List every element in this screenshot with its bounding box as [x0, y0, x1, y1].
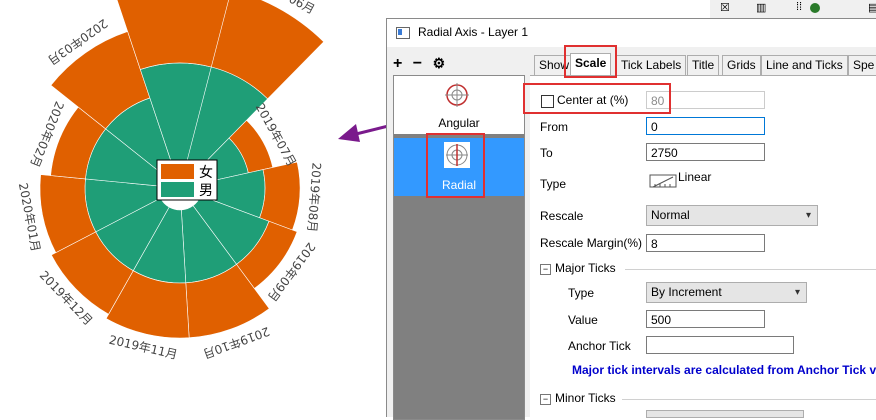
group-divider: [622, 399, 876, 400]
chart-legend: 女 男: [156, 159, 218, 201]
tab-special[interactable]: Spe: [848, 55, 876, 75]
chevron-down-icon: ▾: [794, 287, 800, 298]
legend-swatch-female: [161, 164, 194, 179]
tab-tick-labels[interactable]: Tick Labels: [616, 55, 687, 75]
axis-list: Angular Radial: [393, 75, 525, 420]
anchor-tick-label: Anchor Tick: [568, 339, 631, 353]
to-label: To: [540, 146, 553, 160]
dialog-title: Radial Axis - Layer 1: [418, 25, 529, 39]
major-type-select[interactable]: By Increment ▾: [646, 282, 807, 303]
rescale-margin-field[interactable]: 8: [646, 234, 765, 252]
rescale-margin-label: Rescale Margin(%): [540, 236, 643, 250]
chevron-down-icon: ▾: [805, 210, 811, 221]
type-label: Type: [540, 177, 567, 191]
layer-toolbar: + − ⚙: [393, 55, 449, 73]
scale-tab-panel: Center at (%) 80 From 0 To 2750 Type Lin…: [530, 75, 876, 419]
major-type-value: By Increment: [651, 285, 722, 299]
rescale-select[interactable]: Normal ▾: [646, 205, 818, 226]
angular-axis-icon: [445, 83, 469, 107]
radial-axis-dialog: Radial Axis - Layer 1 + − ⚙ Angular Radi…: [386, 18, 876, 420]
legend-swatch-male: [161, 182, 194, 197]
type-value: Linear: [678, 170, 712, 184]
rescale-label: Rescale: [540, 209, 584, 223]
collapse-minor-ticks-icon[interactable]: −: [540, 394, 551, 405]
toolbar-icon-b[interactable]: ▥: [756, 1, 766, 14]
anchor-tick-field[interactable]: [646, 336, 794, 354]
collapse-major-ticks-icon[interactable]: −: [540, 264, 551, 275]
major-value-field[interactable]: 500: [646, 310, 765, 328]
from-field[interactable]: 0: [646, 117, 765, 135]
major-tick-note: Major tick intervals are calculated from…: [572, 363, 876, 377]
highlight-center-at: [523, 83, 671, 114]
highlight-scale-tab: [564, 45, 617, 78]
dialog-titlebar: Radial Axis - Layer 1: [387, 19, 876, 47]
group-divider: [625, 269, 876, 270]
type-selector[interactable]: Linear: [646, 168, 816, 194]
minor-type-select[interactable]: [646, 410, 804, 418]
major-ticks-heading: Major Ticks: [555, 261, 616, 275]
tab-grids[interactable]: Grids: [722, 55, 761, 75]
month-label-2: 2019年08月: [305, 162, 324, 233]
remove-icon[interactable]: −: [413, 55, 424, 73]
polar-bar-chart: 2019年06月2019年07月2019年08月2019年09月2019年10月…: [16, 0, 325, 362]
linear-scale-icon: [649, 174, 677, 188]
toolbar-icon-c[interactable]: ⁞⁞: [796, 1, 802, 13]
legend-label-male: 男: [199, 183, 213, 199]
gear-icon[interactable]: ⚙: [433, 55, 448, 72]
tab-title[interactable]: Title: [687, 55, 720, 75]
major-type-label: Type: [568, 286, 595, 300]
toolbar-icon-a[interactable]: ☒: [720, 1, 730, 14]
major-value-label: Value: [568, 313, 598, 327]
toolbar-icon-d[interactable]: [810, 3, 820, 13]
rescale-value: Normal: [651, 208, 690, 222]
background-toolbar: ☒ ▥ ⁞⁞ ▤: [710, 0, 876, 19]
tab-line-and-ticks[interactable]: Line and Ticks: [761, 55, 848, 75]
minor-ticks-heading: Minor Ticks: [555, 391, 616, 405]
legend-label-female: 女: [199, 164, 213, 181]
window-icon: [396, 27, 410, 39]
axis-item-angular[interactable]: Angular: [394, 76, 524, 134]
highlight-radial-item: [426, 133, 485, 198]
from-label: From: [540, 120, 568, 134]
add-icon[interactable]: +: [393, 55, 404, 73]
month-label-7: 2020年01月: [16, 182, 43, 253]
toolbar-icon-e[interactable]: ▤: [868, 1, 876, 14]
axis-item-label: Angular: [438, 116, 480, 130]
to-field[interactable]: 2750: [646, 143, 765, 161]
